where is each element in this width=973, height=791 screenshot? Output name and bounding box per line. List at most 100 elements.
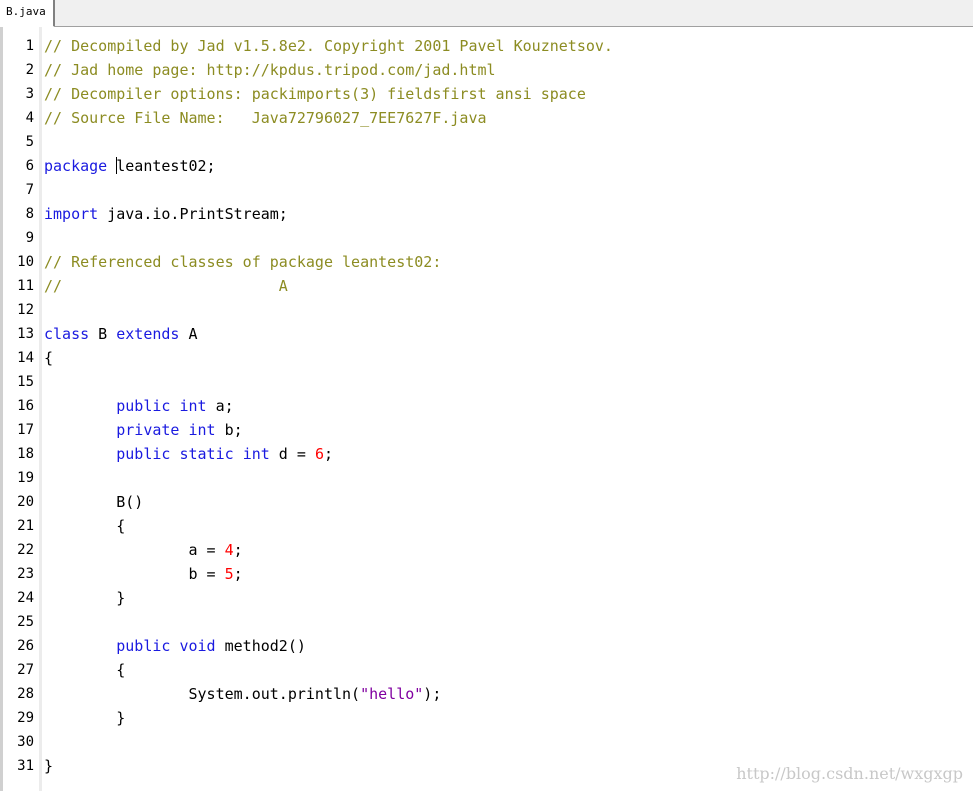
line-code: // Decompiled by Jad v1.5.8e2. Copyright… xyxy=(44,34,613,58)
line-number: 1 xyxy=(25,38,34,54)
line-code: public int a; xyxy=(44,394,234,418)
code-line[interactable]: 2 // Jad home page: http://kpdus.tripod.c… xyxy=(3,58,973,82)
watermark: http://blog.csdn.net/wxgxgp xyxy=(736,764,963,783)
code-token: java.io.PrintStream; xyxy=(98,205,288,223)
code-line[interactable]: 30 xyxy=(3,730,973,754)
code-line[interactable]: 8 import java.io.PrintStream; xyxy=(3,202,973,226)
code-line[interactable]: 3 // Decompiler options: packimports(3) f… xyxy=(3,82,973,106)
line-number: 2 xyxy=(25,62,34,78)
code-line[interactable]: 16 public int a; xyxy=(3,394,973,418)
keyword-token: private xyxy=(116,421,180,439)
code-line[interactable]: 25 xyxy=(3,610,973,634)
comment-token: // Referenced classes of package leantes… xyxy=(44,253,442,271)
code-line[interactable]: 17 private int b; xyxy=(3,418,973,442)
code-line[interactable]: 7 xyxy=(3,178,973,202)
code-line[interactable]: 26 public void method2() xyxy=(3,634,973,658)
code-line[interactable]: 11 // A xyxy=(3,274,973,298)
code-line[interactable]: 15 xyxy=(3,370,973,394)
line-code: package leantest02; xyxy=(44,154,216,178)
line-number: 25 xyxy=(17,614,34,630)
code-line[interactable]: 13 class B extends A xyxy=(3,322,973,346)
line-number: 18 xyxy=(17,446,34,462)
code-token: d = xyxy=(269,445,315,463)
code-token: a = xyxy=(44,541,225,559)
code-line[interactable]: 22 a = 4; xyxy=(3,538,973,562)
line-number: 8 xyxy=(25,206,34,222)
line-number: 22 xyxy=(17,542,34,558)
code-line[interactable]: 4 // Source File Name: Java72796027_7EE76… xyxy=(3,106,973,130)
keyword-token: public xyxy=(116,637,171,655)
code-token: ; xyxy=(323,445,333,463)
line-number: 29 xyxy=(17,710,34,726)
code-line[interactable]: 24 } xyxy=(3,586,973,610)
keyword-token: public xyxy=(116,445,171,463)
line-code: System.out.println("hello"); xyxy=(44,682,441,706)
code-token: } xyxy=(44,709,126,727)
code-line[interactable]: 18 public static int d = 6; xyxy=(3,442,973,466)
code-line[interactable]: 6 package leantest02; xyxy=(3,154,973,178)
code-token: a; xyxy=(206,397,234,415)
code-line[interactable]: 29 } xyxy=(3,706,973,730)
code-token: { xyxy=(44,517,126,535)
code-token: { xyxy=(44,349,54,367)
line-number: 23 xyxy=(17,566,34,582)
tab-b-java[interactable]: B.java xyxy=(0,0,55,27)
line-number: 27 xyxy=(17,662,34,678)
code-line[interactable]: 23 b = 5; xyxy=(3,562,973,586)
code-line[interactable]: 5 xyxy=(3,130,973,154)
line-code: { xyxy=(44,514,125,538)
line-number: 19 xyxy=(17,470,34,486)
line-code: } xyxy=(44,754,53,778)
line-code: // A xyxy=(44,274,288,298)
number-token: 5 xyxy=(224,565,234,583)
code-line[interactable]: 28 System.out.println("hello"); xyxy=(3,682,973,706)
line-code: b = 5; xyxy=(44,562,243,586)
code-line[interactable]: 20 B() xyxy=(3,490,973,514)
line-number: 26 xyxy=(17,638,34,654)
number-token: 6 xyxy=(314,445,324,463)
code-token: { xyxy=(44,661,126,679)
code-line[interactable]: 21 { xyxy=(3,514,973,538)
code-token: B xyxy=(89,325,117,343)
line-number: 14 xyxy=(17,350,34,366)
code-token: ; xyxy=(233,565,243,583)
code-token: b; xyxy=(215,421,243,439)
comment-token: // A xyxy=(44,277,288,295)
code-editor[interactable]: 1 // Decompiled by Jad v1.5.8e2. Copyrigh… xyxy=(0,27,973,791)
line-code: { xyxy=(44,346,53,370)
tab-bar: B.java xyxy=(0,0,973,27)
keyword-token: class xyxy=(44,325,90,343)
keyword-token: extends xyxy=(116,325,180,343)
line-number: 15 xyxy=(17,374,34,390)
number-token: 4 xyxy=(224,541,234,559)
line-number: 3 xyxy=(25,86,34,102)
code-line[interactable]: 10 // Referenced classes of package leant… xyxy=(3,250,973,274)
code-line[interactable]: 19 xyxy=(3,466,973,490)
code-line[interactable]: 9 xyxy=(3,226,973,250)
line-code: // Referenced classes of package leantes… xyxy=(44,250,441,274)
code-line[interactable]: 14 { xyxy=(3,346,973,370)
line-number: 6 xyxy=(25,158,34,174)
line-code: public static int d = 6; xyxy=(44,442,333,466)
code-line[interactable]: 12 xyxy=(3,298,973,322)
comment-token: // Decompiler options: packimports(3) fi… xyxy=(44,85,586,103)
line-number: 13 xyxy=(17,326,34,342)
comment-token: // Decompiled by Jad v1.5.8e2. Copyright… xyxy=(44,37,613,55)
line-number: 24 xyxy=(17,590,34,606)
code-line[interactable]: 1 // Decompiled by Jad v1.5.8e2. Copyrigh… xyxy=(3,34,973,58)
code-token: B() xyxy=(44,493,144,511)
line-number: 10 xyxy=(17,254,34,270)
line-code: // Source File Name: Java72796027_7EE762… xyxy=(44,106,487,130)
line-code: } xyxy=(44,706,125,730)
code-line[interactable]: 27 { xyxy=(3,658,973,682)
comment-token: // Source File Name: Java72796027_7EE762… xyxy=(44,109,487,127)
code-token: ; xyxy=(233,541,243,559)
comment-token: // Jad home page: http://kpdus.tripod.co… xyxy=(44,61,496,79)
keyword-token: package xyxy=(44,157,108,175)
code-token: ); xyxy=(423,685,442,703)
code-token: method2() xyxy=(215,637,306,655)
